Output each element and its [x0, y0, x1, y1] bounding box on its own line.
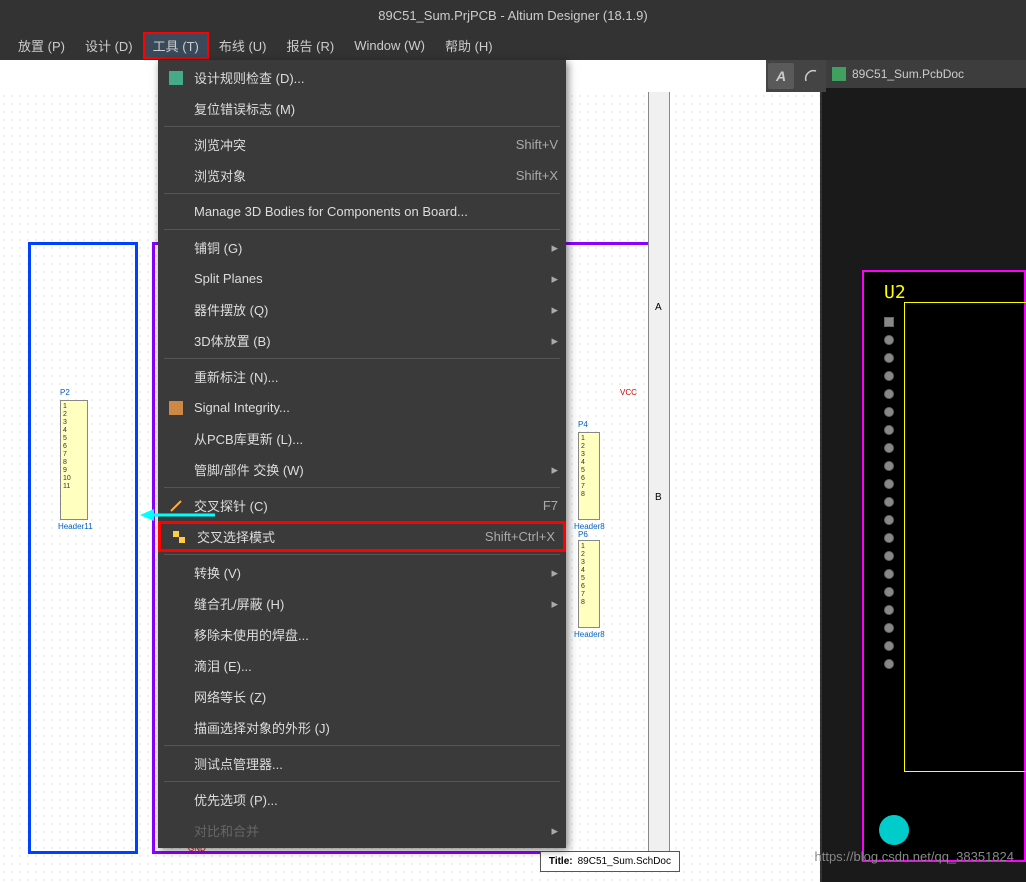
chevron-right-icon: ▸ [551, 333, 558, 349]
menu-item-signal-integrity[interactable]: Signal Integrity... [158, 392, 566, 423]
menu-place[interactable]: 放置 (P) [8, 32, 75, 59]
menubar: 放置 (P) 设计 (D) 工具 (T) 布线 (U) 报告 (R) Windo… [0, 30, 1026, 60]
menu-item-placement[interactable]: 器件摆放 (Q)▸ [158, 294, 566, 325]
menu-item-equalize-nets[interactable]: 网络等长 (Z) [158, 681, 566, 712]
component-header8-b[interactable]: 12345678 [578, 540, 600, 628]
menu-item-polygon[interactable]: 铺铜 (G)▸ [158, 232, 566, 263]
pcbdoc-icon [832, 67, 846, 81]
signal-integrity-icon [166, 398, 186, 418]
menu-window[interactable]: Window (W) [344, 34, 435, 57]
tab-pcbdoc[interactable]: 89C51_Sum.PcbDoc [822, 60, 1026, 88]
component-outline [904, 302, 1026, 772]
sch-toolbar: A [766, 60, 826, 92]
sch-selection-blue [28, 242, 138, 854]
sheet-ruler-right: A B [648, 92, 670, 852]
menu-item-remove-unused-pads[interactable]: 移除未使用的焊盘... [158, 619, 566, 650]
tools-menu-dropdown: 设计规则检查 (D)... 复位错误标志 (M) 浏览冲突Shift+V 浏览对… [158, 60, 566, 848]
component-header8-a[interactable]: 12345678 [578, 432, 600, 520]
drc-icon [166, 68, 186, 88]
chevron-right-icon: ▸ [551, 271, 558, 287]
toolbar-text-icon[interactable]: A [768, 63, 794, 89]
menu-item-via-shielding[interactable]: 缝合孔/屏蔽 (H)▸ [158, 588, 566, 619]
chevron-right-icon: ▸ [551, 302, 558, 318]
designator-p2: P2 [60, 388, 70, 397]
menu-tools[interactable]: 工具 (T) [143, 32, 209, 59]
menu-route[interactable]: 布线 (U) [209, 32, 277, 59]
designator-p4: P4 [578, 420, 588, 429]
menu-item-drc[interactable]: 设计规则检查 (D)... [158, 62, 566, 93]
pcb-editor[interactable]: 89C51_Sum.PcbDoc U2 [820, 60, 1026, 882]
chevron-right-icon: ▸ [551, 596, 558, 612]
menu-item-convert[interactable]: 转换 (V)▸ [158, 557, 566, 588]
footprint-label-3: Header8 [574, 630, 605, 639]
menu-item-testpoint-manager[interactable]: 测试点管理器... [158, 748, 566, 779]
menu-item-cross-select[interactable]: 交叉选择模式Shift+Ctrl+X [158, 521, 566, 552]
window-title: 89C51_Sum.PrjPCB - Altium Designer (18.1… [0, 0, 1026, 30]
menu-item-browse-objects[interactable]: 浏览对象Shift+X [158, 160, 566, 191]
titleblock: Title: 89C51_Sum.SchDoc [540, 851, 680, 872]
menu-item-compare-merge: 对比和合并▸ [158, 815, 566, 846]
menu-item-teardrops[interactable]: 滴泪 (E)... [158, 650, 566, 681]
menu-item-reannotate[interactable]: 重新标注 (N)... [158, 361, 566, 392]
menu-item-split-planes[interactable]: Split Planes▸ [158, 263, 566, 294]
chevron-right-icon: ▸ [551, 565, 558, 581]
cross-select-icon [169, 527, 189, 547]
tab-label: 89C51_Sum.PcbDoc [852, 67, 964, 81]
chevron-right-icon: ▸ [551, 240, 558, 256]
menu-item-browse-violations[interactable]: 浏览冲突Shift+V [158, 129, 566, 160]
menu-item-reset-errors[interactable]: 复位错误标志 (M) [158, 93, 566, 124]
net-label-vcc: VCC [620, 388, 637, 397]
designator-u2: U2 [884, 282, 906, 303]
chevron-right-icon: ▸ [551, 462, 558, 478]
menu-item-3d-body-place[interactable]: 3D体放置 (B)▸ [158, 325, 566, 356]
chevron-right-icon: ▸ [551, 823, 558, 839]
component-header11[interactable]: 1234567891011 [60, 400, 88, 520]
watermark: https://blog.csdn.net/qq_38351824 [815, 849, 1015, 864]
menu-report[interactable]: 报告 (R) [277, 32, 345, 59]
menu-help[interactable]: 帮助 (H) [435, 32, 503, 59]
toolbar-arc-icon[interactable] [798, 63, 824, 89]
designator-p6: P6 [578, 530, 588, 539]
annotation-arrow [140, 505, 220, 525]
menu-design[interactable]: 设计 (D) [75, 32, 143, 59]
pcb-board-outline: U2 [862, 270, 1026, 862]
menu-item-preferences[interactable]: 优先选项 (P)... [158, 784, 566, 815]
menu-item-3d-bodies[interactable]: Manage 3D Bodies for Components on Board… [158, 196, 566, 227]
footprint-label: Header11 [58, 522, 93, 531]
menu-item-pin-swap[interactable]: 管脚/部件 交换 (W)▸ [158, 454, 566, 485]
pcb-fiducial [879, 815, 909, 845]
menu-item-update-from-lib[interactable]: 从PCB库更新 (L)... [158, 423, 566, 454]
component-pads [884, 317, 894, 669]
menu-item-outline-objects[interactable]: 描画选择对象的外形 (J) [158, 712, 566, 743]
